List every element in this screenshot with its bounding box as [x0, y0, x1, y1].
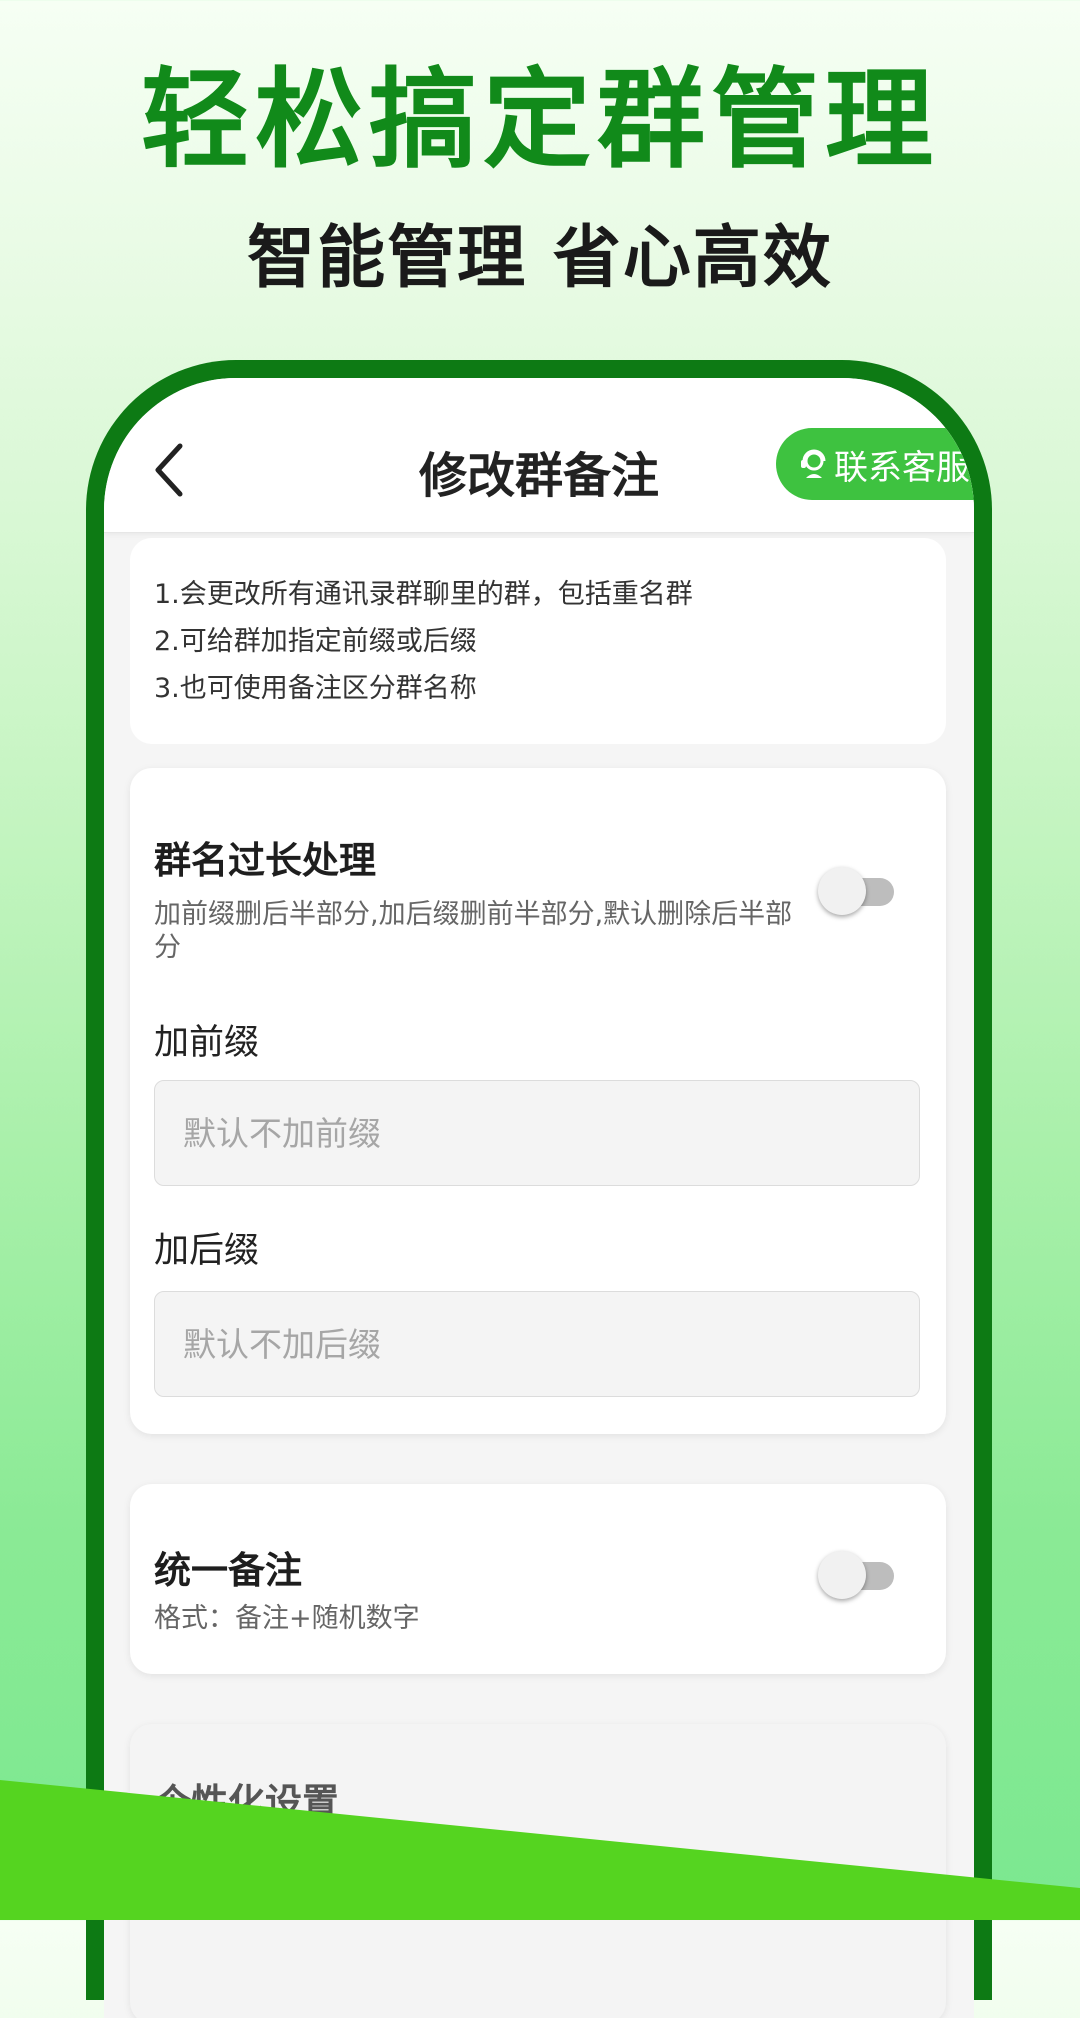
long-name-description: 加前缀删后半部分,加后缀删前半部分,默认删除后半部分	[154, 899, 793, 963]
long-name-settings-card: 群名过长处理 加前缀删后半部分,加后缀删前半部分,默认删除后半部分 加前缀 加后…	[130, 768, 946, 1434]
toggle-knob	[818, 1551, 866, 1599]
phone-screen: 修改群备注 联系客服 1.会更改所有通讯录群聊里的群，包括重名群 2.可给群加指…	[104, 378, 974, 2018]
contact-support-button[interactable]: 联系客服	[776, 428, 974, 500]
promo-headline: 轻松搞定群管理	[140, 58, 939, 183]
unified-remark-description: 格式：备注+随机数字	[154, 1603, 420, 1634]
suffix-input[interactable]	[154, 1291, 920, 1397]
phone-frame: 修改群备注 联系客服 1.会更改所有通讯录群聊里的群，包括重名群 2.可给群加指…	[86, 360, 992, 2018]
unified-remark-toggle[interactable]	[818, 1546, 896, 1604]
long-name-title: 群名过长处理	[154, 839, 376, 882]
instruction-line: 1.会更改所有通讯录群聊里的群，包括重名群	[154, 579, 693, 610]
customer-service-icon	[798, 448, 830, 480]
long-name-toggle[interactable]	[818, 862, 896, 920]
instructions-card: 1.会更改所有通讯录群聊里的群，包括重名群 2.可给群加指定前缀或后缀 3.也可…	[130, 538, 946, 744]
instruction-line: 3.也可使用备注区分群名称	[154, 673, 477, 704]
navigation-bar: 修改群备注 联系客服	[104, 378, 974, 533]
unified-remark-card: 统一备注 格式：备注+随机数字	[130, 1484, 946, 1674]
promo-subheadline: 智能管理 省心高效	[247, 219, 833, 298]
contact-support-label: 联系客服	[834, 447, 970, 488]
suffix-label: 加后缀	[154, 1231, 260, 1271]
instruction-line: 2.可给群加指定前缀或后缀	[154, 626, 477, 657]
bottom-decoration	[0, 1780, 1080, 1920]
toggle-knob	[818, 867, 866, 915]
unified-remark-title: 统一备注	[154, 1549, 302, 1592]
prefix-input[interactable]	[154, 1080, 920, 1186]
prefix-label: 加前缀	[154, 1023, 260, 1063]
